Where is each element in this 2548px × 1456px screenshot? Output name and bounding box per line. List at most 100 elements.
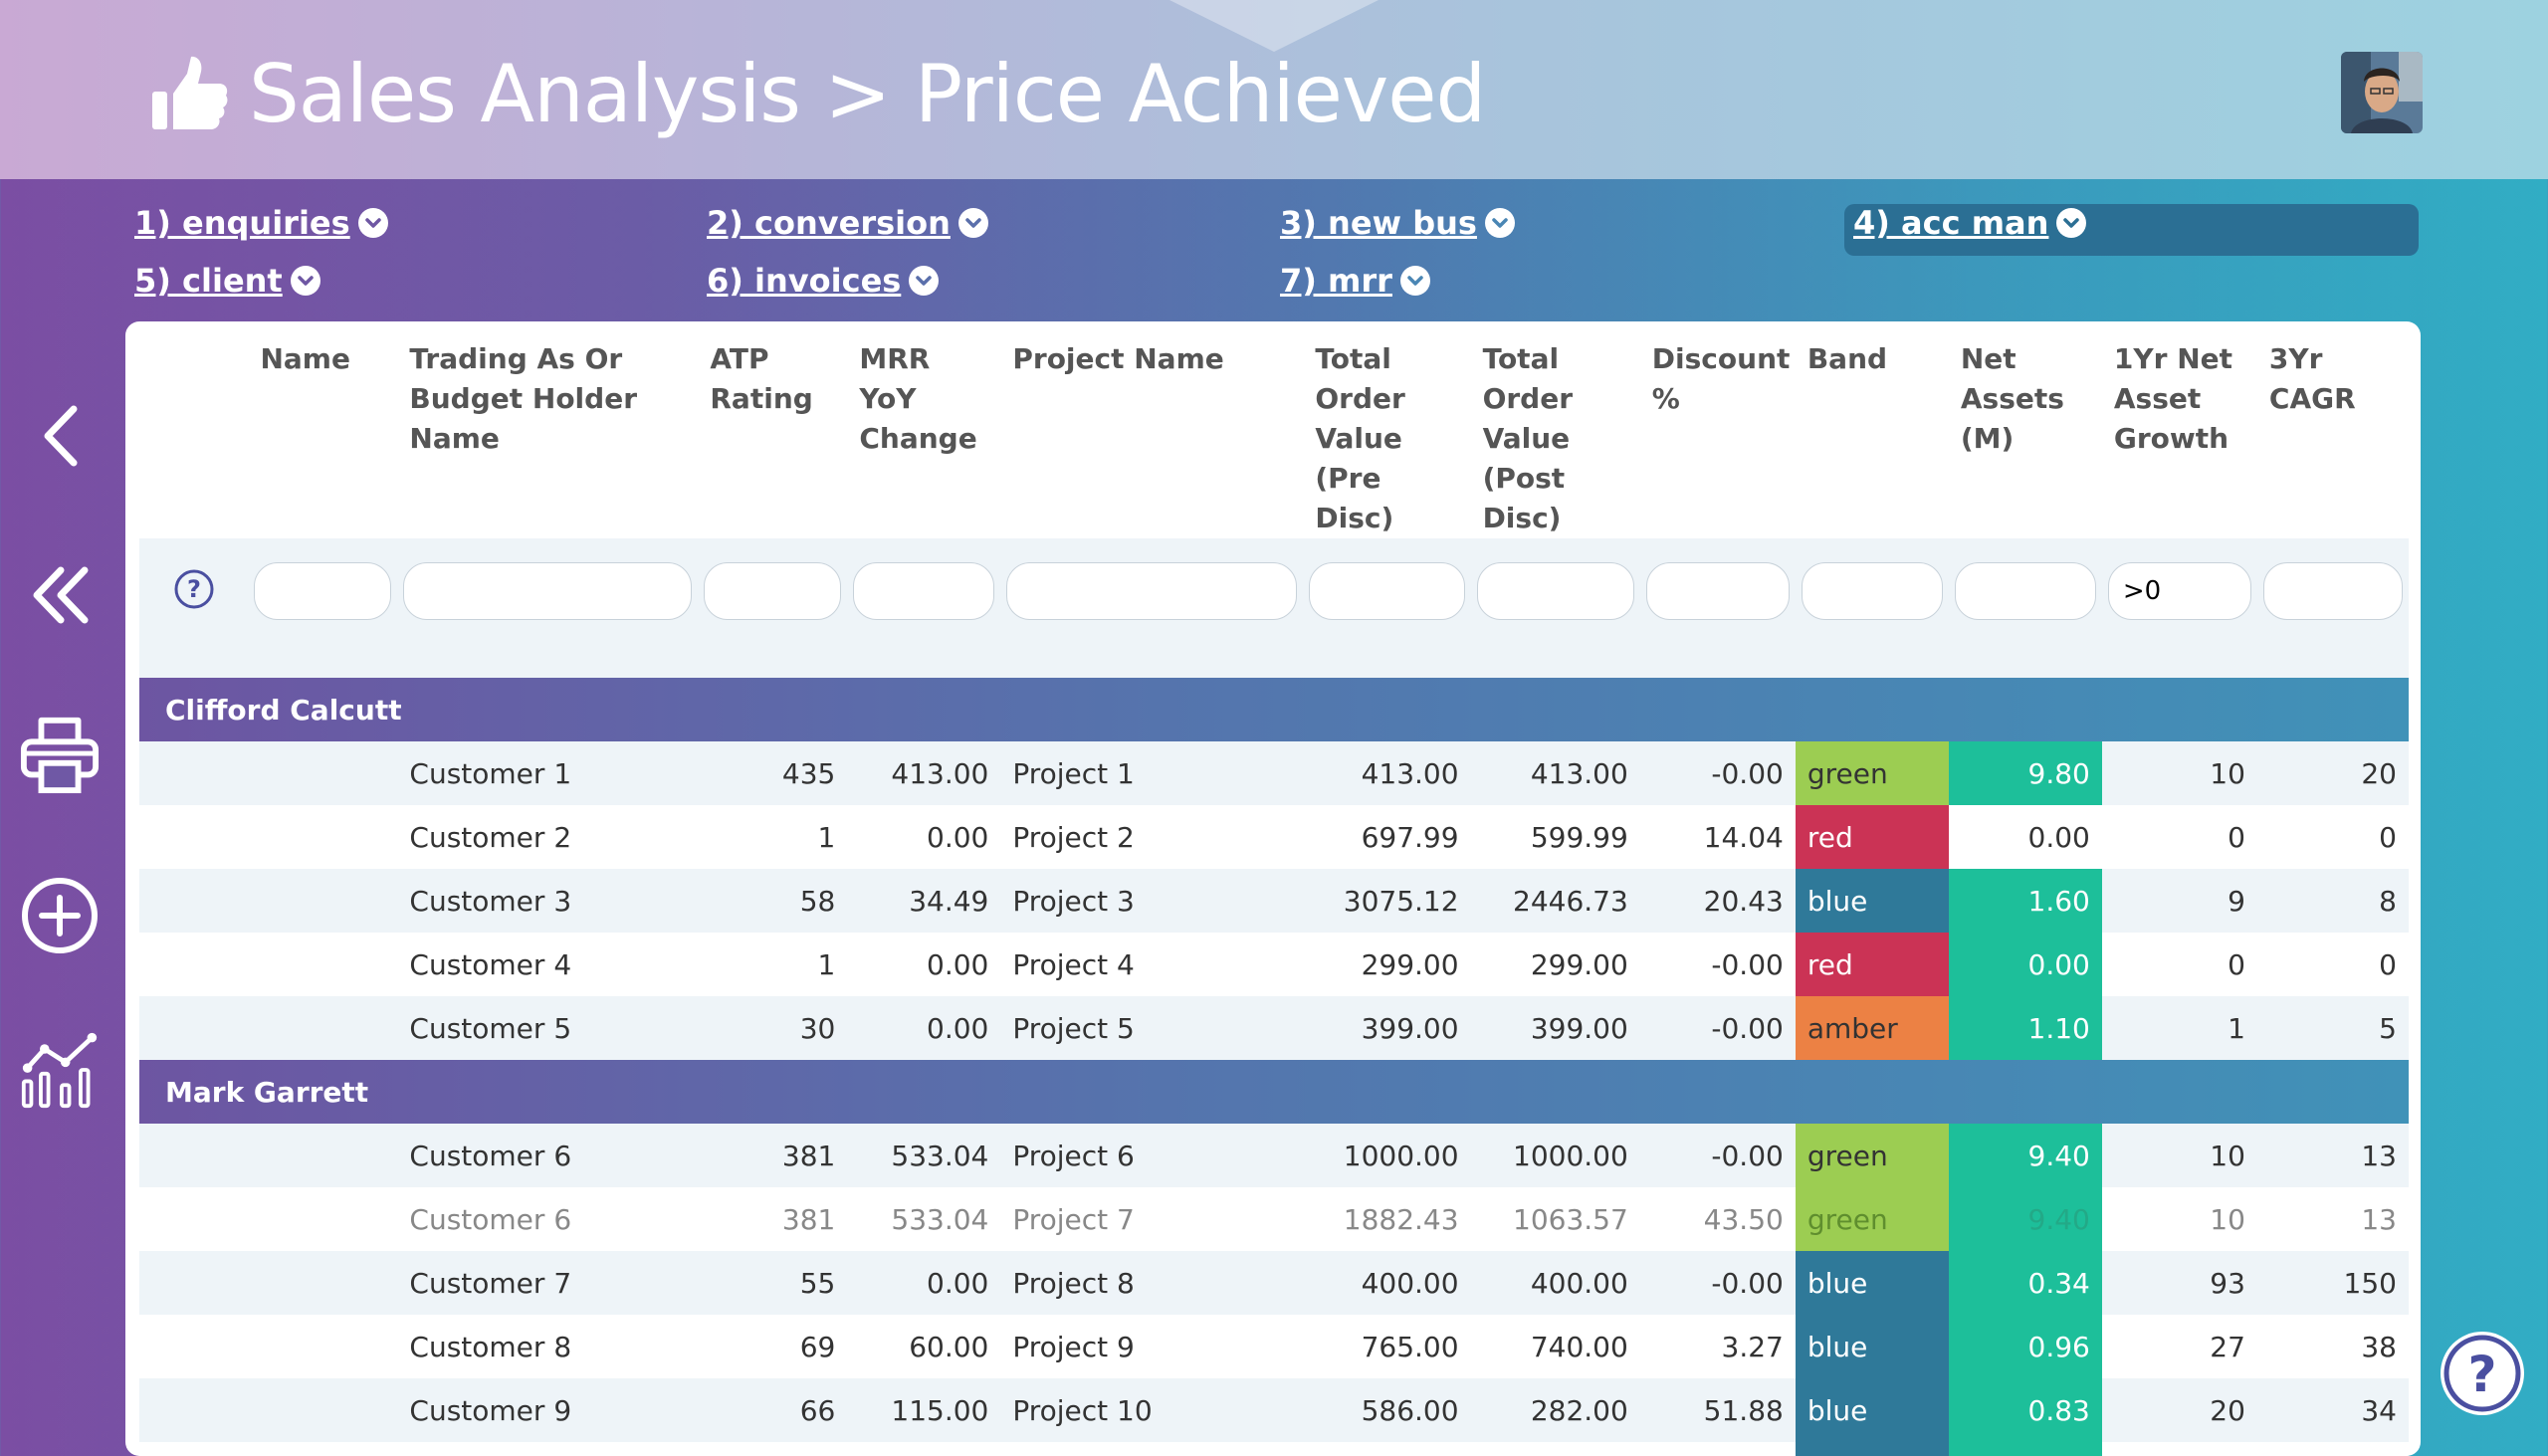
cell-customer: Customer 5 (397, 996, 699, 1060)
nav-acc-man[interactable]: 4) acc man (1853, 204, 2087, 242)
group-header-row[interactable]: Clifford Calcutt (139, 678, 2409, 741)
page-title: Sales Analysis > Price Achieved (149, 44, 1486, 143)
chevron-left-icon[interactable] (20, 396, 100, 476)
table-row[interactable]: Customer 1 435 413.00 Project 1 413.00 413.00… (139, 741, 2409, 805)
cell-disc: 20.43 (1639, 869, 1796, 933)
chevron-down-icon (290, 266, 320, 296)
column-header[interactable]: Total Order Value (Pre Disc) (1303, 333, 1470, 538)
nav-label: 3) new bus (1280, 204, 1477, 242)
cell-pre: 3075.12 (1303, 869, 1471, 933)
cell-atp: 1 (698, 805, 848, 869)
double-chevron-left-icon[interactable] (20, 555, 100, 635)
nav-invoices[interactable]: 6) invoices (707, 262, 940, 300)
filter-3yr-cagr[interactable] (2262, 562, 2403, 620)
help-button[interactable]: ? (2441, 1332, 2524, 1415)
row-spacer-cell (139, 1315, 249, 1378)
cell-cagr: 150 (2256, 1251, 2409, 1315)
column-header[interactable]: 1Yr Net Asset Growth (2102, 333, 2257, 538)
filter-atp-rating[interactable] (704, 562, 842, 620)
cell-band: blue (1795, 1251, 1949, 1315)
row-spacer-cell (139, 1378, 249, 1442)
cell-net: 9.80 (1948, 741, 2102, 805)
question-circle-icon[interactable]: ? (173, 568, 215, 610)
nav-label: 1) enquiries (134, 204, 350, 242)
row-spacer-cell (139, 805, 249, 869)
filter-net-assets[interactable] (1954, 562, 2096, 620)
table-row[interactable]: Customer 2 1 0.00 Project 2 697.99 599.99 14.0… (139, 805, 2409, 869)
cell-band: blue (1795, 1378, 1949, 1442)
cell-project: Project 7 (1000, 1187, 1304, 1251)
table-row[interactable]: Customer 4 1 0.00 Project 4 299.00 299.00 -0.0… (139, 933, 2409, 996)
column-header[interactable]: Project Name (1000, 333, 1303, 538)
cell-mrr: 115.00 (847, 1378, 1001, 1442)
cell-disc: 43.50 (1639, 1187, 1796, 1251)
user-avatar[interactable] (2341, 52, 2423, 133)
cell-name (248, 1251, 398, 1315)
cell-cagr: 20 (2256, 741, 2409, 805)
column-header[interactable]: 3Yr CAGR (2257, 333, 2409, 538)
column-header[interactable]: MRR YoY Change (847, 333, 1000, 538)
cell-post: 282.00 (1470, 1378, 1640, 1442)
cell-post: 413.00 (1470, 741, 1640, 805)
table-row[interactable]: Customer 5 30 0.00 Project 5 399.00 399.00 -0.… (139, 996, 2409, 1060)
add-circle-icon[interactable] (20, 876, 100, 955)
cell-name (248, 869, 398, 933)
filter-mrr-yoy[interactable] (853, 562, 995, 620)
table-header-row: Name Trading As Or Budget Holder Name AT… (139, 333, 2409, 538)
app-header: Sales Analysis > Price Achieved (0, 0, 2548, 179)
table-row[interactable]: Customer 8 69 60.00 Project 9 765.00 740.00 3.… (139, 1315, 2409, 1378)
cell-name (248, 1315, 398, 1378)
filter-trading-as[interactable] (403, 562, 693, 620)
cell-net: 0.83 (1948, 1378, 2102, 1442)
row-spacer-cell (139, 1442, 249, 1456)
cell-project: Project 2 (1000, 805, 1304, 869)
filter-1yr-growth[interactable] (2107, 562, 2251, 620)
group-header-row[interactable]: Mark Garrett (139, 1060, 2409, 1124)
table-row[interactable]: Customer 6 381 533.04 Project 7 1882.43 1063.… (139, 1187, 2409, 1251)
nav-enquiries[interactable]: 1) enquiries (134, 204, 388, 242)
printer-icon[interactable] (20, 715, 100, 794)
table-row[interactable]: Customer 9 66 115.00 Project 10 586.00 282.00… (139, 1378, 2409, 1442)
cell-project: Project 11 (1000, 1442, 1304, 1456)
cell-g1: 10 (2101, 1124, 2257, 1187)
nav-mrr[interactable]: 7) mrr (1280, 262, 1430, 300)
filter-name[interactable] (254, 562, 392, 620)
page-title-text: Sales Analysis > Price Achieved (249, 47, 1486, 140)
cell-mrr: 533.04 (847, 1124, 1001, 1187)
filter-total-post-disc[interactable] (1476, 562, 1634, 620)
filter-discount[interactable] (1645, 562, 1790, 620)
cell-net: 0.00 (1948, 933, 2102, 996)
column-header[interactable]: Trading As Or Budget Holder Name (397, 333, 698, 538)
cell-atp: 30 (698, 996, 848, 1060)
table-row[interactable]: Customer 3 58 34.49 Project 3 3075.12 2446.73… (139, 869, 2409, 933)
cell-mrr: 0.00 (847, 805, 1001, 869)
cell-atp: 55 (698, 1251, 848, 1315)
column-header[interactable]: Net Assets (M) (1949, 333, 2102, 538)
cell-net: 0.96 (1948, 1315, 2102, 1378)
cell-mrr: 0.00 (847, 996, 1001, 1060)
filter-total-pre-disc[interactable] (1309, 562, 1465, 620)
filter-project-name[interactable] (1006, 562, 1298, 620)
section-nav: 1) enquiries 2) conversion 3) new bus 4)… (134, 204, 2424, 313)
nav-client[interactable]: 5) client (134, 262, 320, 300)
table-row[interactable]: Customer 7 55 0.00 Project 8 400.00 400.00 -0.… (139, 1251, 2409, 1315)
column-header[interactable]: Discount % (1640, 333, 1796, 538)
chevron-down-icon (957, 208, 988, 238)
svg-text:?: ? (2467, 1346, 2496, 1403)
nav-label: 6) invoices (707, 262, 902, 300)
cell-g1: 93 (2101, 1251, 2257, 1315)
column-header[interactable]: Total Order Value (Post Disc) (1471, 333, 1640, 538)
table-row[interactable]: Customer 6 381 533.04 Project 6 1000.00 1000.… (139, 1124, 2409, 1187)
filter-band[interactable] (1801, 562, 1943, 620)
chevron-down-icon (2056, 208, 2087, 238)
analytics-chart-icon[interactable] (20, 1030, 100, 1110)
nav-new-bus[interactable]: 3) new bus (1280, 204, 1515, 242)
table-row[interactable]: Customer 966115.00Project 11512.50376.00… (139, 1442, 2409, 1456)
nav-conversion[interactable]: 2) conversion (707, 204, 988, 242)
column-header[interactable]: ATP Rating (698, 333, 847, 538)
column-header[interactable]: Name (248, 333, 397, 538)
cell-name (248, 741, 398, 805)
cell-name (248, 1187, 398, 1251)
cell-g1: 9 (2101, 869, 2257, 933)
column-header[interactable]: Band (1796, 333, 1949, 538)
